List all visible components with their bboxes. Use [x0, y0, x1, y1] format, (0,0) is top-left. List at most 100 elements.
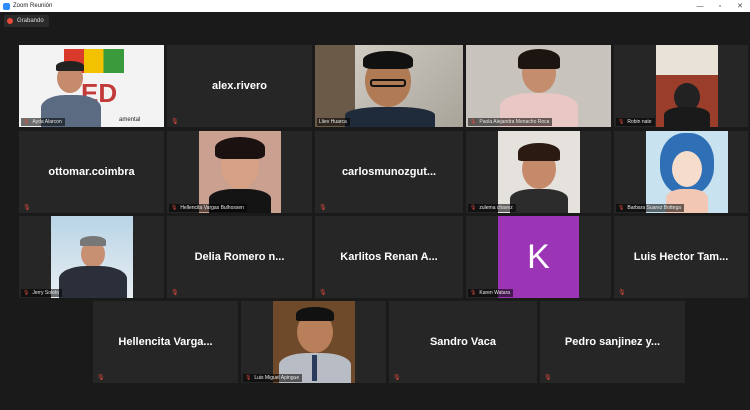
- mic-muted-icon: 🎙: [470, 119, 477, 125]
- mic-muted-icon: 🎙: [319, 205, 327, 211]
- name-label: 🎙 zulema chavez: [468, 204, 516, 212]
- participant-display-name: Sandro Vaca: [429, 336, 497, 348]
- participant-tile[interactable]: 🎙 Paola Alejandra Menacho Roca: [466, 45, 611, 127]
- participant-body: [664, 107, 710, 127]
- name-label: 🎙 Karen Watara: [468, 289, 514, 297]
- background-wall: [656, 45, 718, 75]
- participant-tile[interactable]: 🎙 Hellencita Vargas Bulhossen: [167, 131, 312, 213]
- name-label: 🎙 Ayda Alarcon: [21, 118, 65, 126]
- mic-muted-icon: 🎙: [171, 119, 179, 125]
- participant-display-name: Pedro sanjinez y...: [564, 336, 661, 348]
- participant-tile[interactable]: Delia Romero n... 🎙: [167, 216, 312, 298]
- participant-name: Jerry Soleto: [32, 290, 60, 296]
- participant-name: zulema chavez: [479, 205, 513, 211]
- participant-tile[interactable]: 🎙 Barbara Suarez Bottega: [614, 131, 748, 213]
- recording-indicator[interactable]: Grabando: [4, 15, 49, 27]
- participant-tile[interactable]: K 🎙 Karen Watara: [466, 216, 611, 298]
- participant-tile-active-speaker[interactable]: Lliev Huarca: [315, 45, 463, 127]
- participant-video: [273, 301, 355, 383]
- participant-hair: [518, 143, 560, 161]
- mic-muted-icon: 🎙: [171, 290, 179, 296]
- participant-video: [315, 45, 463, 127]
- participant-display-name: ottomar.coimbra: [48, 166, 135, 178]
- participant-tie: [312, 355, 317, 381]
- participant-hair: [296, 307, 334, 321]
- window-title: Zoom Reunión: [13, 3, 53, 9]
- recording-label: Grabando: [17, 18, 44, 24]
- name-label: Lliev Huarca: [317, 118, 350, 126]
- participant-tile[interactable]: alex.rivero 🎙: [167, 45, 312, 127]
- participant-name: Barbara Suarez Bottega: [627, 205, 682, 211]
- name-label: 🎙 Hellencita Vargas Bulhossen: [169, 204, 247, 212]
- participant-display-name: Luis Hector Tam...: [633, 251, 729, 263]
- participant-tile[interactable]: 🎙 Robin nate: [614, 45, 748, 127]
- participant-body: [59, 266, 127, 298]
- participant-video: [656, 45, 718, 127]
- mic-muted-icon: 🎙: [245, 375, 252, 381]
- participant-name: Karen Watara: [479, 290, 511, 296]
- participant-video: [51, 216, 133, 298]
- participant-hair: [363, 51, 413, 69]
- participant-display-name: Delia Romero n...: [194, 251, 285, 263]
- participant-hair: [215, 137, 265, 159]
- participant-video: [466, 45, 611, 127]
- participant-name: Luis Miguel Apingue: [254, 375, 300, 381]
- participant-tile[interactable]: Pedro sanjinez y... 🎙: [540, 301, 685, 383]
- zoom-logo-icon: [3, 2, 10, 10]
- participant-glasses: [370, 79, 406, 87]
- participant-hat: [80, 236, 106, 246]
- record-dot-icon: [7, 18, 13, 24]
- mic-muted-icon: 🎙: [618, 205, 625, 211]
- participant-display-name: alex.rivero: [211, 80, 268, 92]
- participant-tile[interactable]: 🎙 Jerry Soleto: [19, 216, 164, 298]
- name-label: 🎙 Luis Miguel Apingue: [243, 374, 303, 382]
- participant-tile[interactable]: Hellencita Varga... 🎙: [93, 301, 238, 383]
- participant-display-name: carlosmunozgut...: [341, 166, 437, 178]
- participant-video: ED amental: [19, 45, 164, 127]
- mic-muted-icon: 🎙: [618, 119, 625, 125]
- participant-tile[interactable]: ottomar.coimbra 🎙: [19, 131, 164, 213]
- participant-display-name: Karlitos Renan A...: [340, 251, 438, 263]
- participant-video: [498, 131, 580, 213]
- participant-tile[interactable]: 🎙 Luis Miguel Apingue: [241, 301, 386, 383]
- participant-tile[interactable]: Sandro Vaca 🎙: [389, 301, 537, 383]
- participant-body: [510, 189, 568, 213]
- mic-muted-icon: 🎙: [544, 375, 552, 381]
- avatar: K: [498, 216, 579, 298]
- close-button[interactable]: ✕: [730, 2, 750, 10]
- mic-muted-icon: 🎙: [393, 375, 401, 381]
- mic-muted-icon: 🎙: [23, 205, 31, 211]
- participant-hair: [518, 49, 560, 69]
- participant-tile[interactable]: carlosmunozgut... 🎙: [315, 131, 463, 213]
- mic-muted-icon: 🎙: [23, 119, 30, 125]
- mic-muted-icon: 🎙: [470, 290, 477, 296]
- name-label: 🎙 Robin nate: [616, 118, 655, 126]
- participant-name: Ayda Alarcon: [32, 119, 62, 125]
- participant-head: [672, 151, 702, 187]
- participant-name: Paola Alejandra Menacho Roca: [479, 119, 550, 125]
- participant-name: Hellencita Vargas Bulhossen: [180, 205, 244, 211]
- mic-muted-icon: 🎙: [23, 290, 30, 296]
- participant-name: Lliev Huarca: [319, 119, 347, 125]
- maximize-button[interactable]: ▫: [710, 3, 730, 10]
- mic-muted-icon: 🎙: [470, 205, 477, 211]
- mic-muted-icon: 🎙: [171, 205, 178, 211]
- window-titlebar: Zoom Reunión — ▫ ✕: [0, 0, 750, 12]
- mic-muted-icon: 🎙: [97, 375, 105, 381]
- mic-muted-icon: 🎙: [618, 290, 626, 296]
- background-text: amental: [119, 117, 141, 123]
- minimize-button[interactable]: —: [690, 3, 710, 10]
- name-label: 🎙 Paola Alejandra Menacho Roca: [468, 118, 553, 126]
- participant-tile[interactable]: Luis Hector Tam... 🎙: [614, 216, 748, 298]
- participant-tile[interactable]: Karlitos Renan A... 🎙: [315, 216, 463, 298]
- participant-name: Robin nate: [627, 119, 652, 125]
- participant-tile[interactable]: ED amental 🎙 Ayda Alarcon: [19, 45, 164, 127]
- participant-body: [345, 107, 435, 127]
- name-label: 🎙 Barbara Suarez Bottega: [616, 204, 685, 212]
- participant-tile[interactable]: 🎙 zulema chavez: [466, 131, 611, 213]
- name-label: 🎙 Jerry Soleto: [21, 289, 63, 297]
- participant-video: [646, 131, 728, 213]
- participant-video: [199, 131, 281, 213]
- participant-hair: [56, 61, 84, 71]
- mic-muted-icon: 🎙: [319, 290, 327, 296]
